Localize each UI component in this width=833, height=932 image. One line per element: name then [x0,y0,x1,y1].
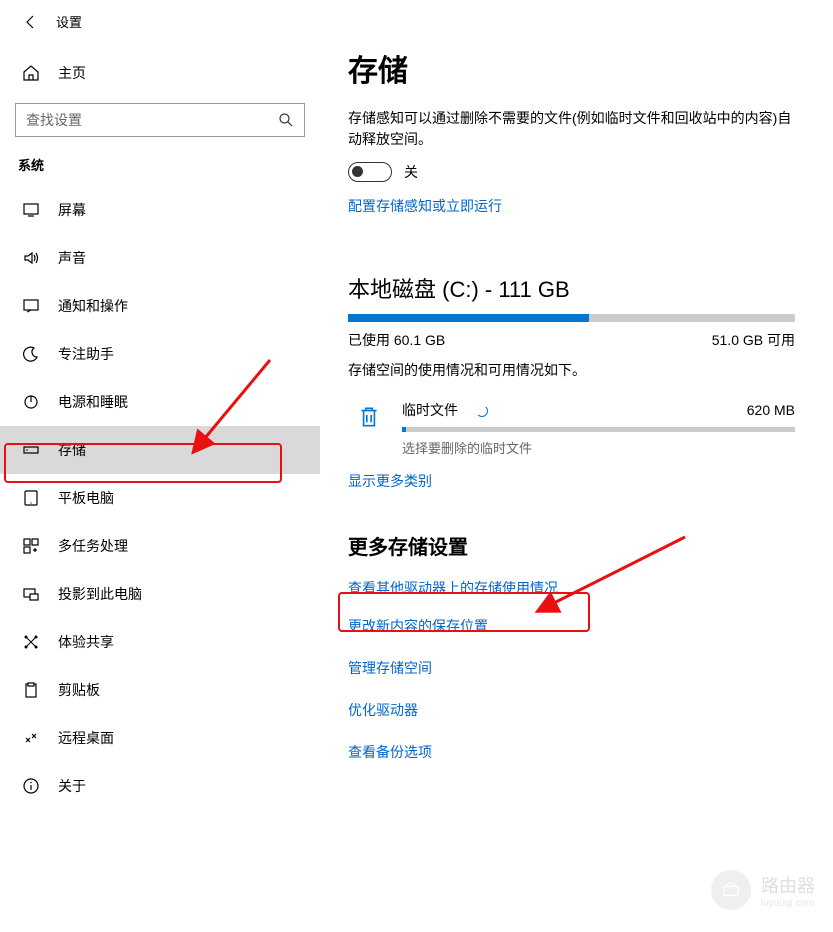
configure-storage-sense-link[interactable]: 配置存储感知或立即运行 [348,196,795,216]
show-more-categories-link[interactable]: 显示更多类别 [348,471,795,491]
search-input-container[interactable] [15,103,305,137]
project-icon [22,585,40,603]
link-change-save-location[interactable]: 更改新内容的保存位置 [348,616,795,636]
back-icon[interactable] [22,14,38,30]
temp-files-size: 620 MB [747,402,795,418]
nav-label: 体验共享 [58,632,114,652]
disk-used-label: 已使用 60.1 GB [348,330,445,350]
watermark: 路由器 luyouqi.com [711,870,815,910]
multitask-icon [22,537,40,555]
section-label: 系统 [0,155,320,186]
link-backup-options[interactable]: 查看备份选项 [348,742,795,762]
nav-label: 平板电脑 [58,488,114,508]
search-input[interactable] [26,112,278,128]
nav-display[interactable]: 屏幕 [0,186,320,234]
nav-label: 通知和操作 [58,296,128,316]
link-optimize-drives[interactable]: 优化驱动器 [348,700,795,720]
nav-sound[interactable]: 声音 [0,234,320,282]
link-other-drives[interactable]: 查看其他驱动器上的存储使用情况 [348,578,795,598]
nav-power-sleep[interactable]: 电源和睡眠 [0,378,320,426]
home-label: 主页 [58,63,86,83]
nav-remote-desktop[interactable]: 远程桌面 [0,714,320,762]
toggle-state-label: 关 [404,162,418,182]
storage-sense-toggle[interactable] [348,162,392,182]
nav-shared-experiences[interactable]: 体验共享 [0,618,320,666]
display-icon [22,201,40,219]
storage-icon [22,441,40,459]
nav-label: 电源和睡眠 [58,392,128,412]
nav-label: 声音 [58,248,86,268]
sound-icon [22,249,40,267]
storage-category-temp-files[interactable]: 临时文件 620 MB 选择要删除的临时文件 [348,396,795,471]
info-icon [22,777,40,795]
nav-label: 存储 [58,440,86,460]
nav-label: 关于 [58,776,86,796]
nav-label: 投影到此电脑 [58,584,142,604]
nav-tablet[interactable]: 平板电脑 [0,474,320,522]
watermark-sub: luyouqi.com [761,898,815,909]
nav-clipboard[interactable]: 剪贴板 [0,666,320,714]
watermark-icon [711,870,751,910]
watermark-text: 路由器 [761,872,815,898]
storage-sense-description: 存储感知可以通过删除不需要的文件(例如临时文件和回收站中的内容)自动释放空间。 [348,108,795,150]
link-manage-storage[interactable]: 管理存储空间 [348,658,795,678]
window-title: 设置 [56,12,82,31]
loading-spinner-icon [476,405,488,417]
home-icon [22,64,40,82]
more-storage-heading: 更多存储设置 [348,531,795,560]
temp-files-bar [402,427,795,432]
temp-files-title: 临时文件 [402,402,458,418]
nav-multitasking[interactable]: 多任务处理 [0,522,320,570]
tablet-icon [22,489,40,507]
disk-usage-bar [348,314,795,322]
disk-description: 存储空间的使用情况和可用情况如下。 [348,360,795,380]
nav-label: 剪贴板 [58,680,100,700]
nav-notifications[interactable]: 通知和操作 [0,282,320,330]
nav-storage[interactable]: 存储 [0,426,320,474]
nav-projecting[interactable]: 投影到此电脑 [0,570,320,618]
power-icon [22,393,40,411]
clipboard-icon [22,681,40,699]
share-icon [22,633,40,651]
page-title: 存储 [348,46,795,90]
search-icon [278,112,294,128]
notification-icon [22,297,40,315]
disk-title: 本地磁盘 (C:) - 111 GB [348,272,795,304]
moon-icon [22,345,40,363]
nav-label: 专注助手 [58,344,114,364]
remote-icon [22,729,40,747]
trash-icon [356,404,382,430]
nav-focus-assist[interactable]: 专注助手 [0,330,320,378]
nav-about[interactable]: 关于 [0,762,320,810]
home-button[interactable]: 主页 [0,53,320,93]
nav-label: 远程桌面 [58,728,114,748]
nav-label: 多任务处理 [58,536,128,556]
nav-label: 屏幕 [58,200,86,220]
disk-free-label: 51.0 GB 可用 [712,330,795,350]
temp-files-subtitle: 选择要删除的临时文件 [402,438,795,457]
